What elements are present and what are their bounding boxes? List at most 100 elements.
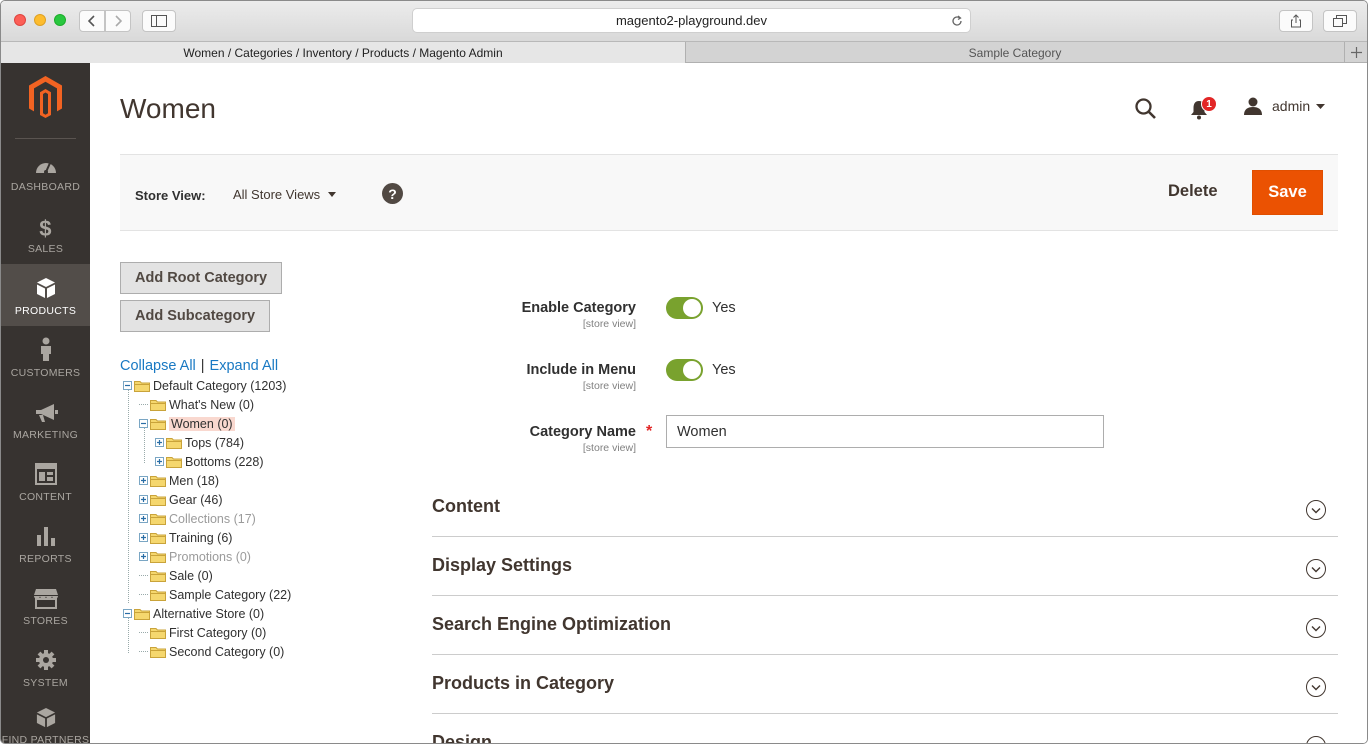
tree-node-tops[interactable]: Tops (784) bbox=[155, 433, 244, 452]
tree-node-default-category[interactable]: Default Category (1203) bbox=[123, 376, 286, 395]
enable-category-toggle[interactable] bbox=[666, 297, 703, 319]
section-products-in-category[interactable]: Products in Category bbox=[432, 655, 1338, 714]
address-bar[interactable]: magento2-playground.dev bbox=[412, 8, 971, 33]
nav-sales[interactable]: $ SALES bbox=[1, 202, 90, 264]
tree-node-first-category[interactable]: First Category (0) bbox=[139, 623, 266, 642]
folder-icon bbox=[166, 456, 182, 468]
section-design[interactable]: Design bbox=[432, 714, 1338, 743]
back-button[interactable] bbox=[79, 10, 105, 32]
notifications-button[interactable]: 1 bbox=[1187, 96, 1219, 122]
tree-branch-connector bbox=[139, 590, 148, 595]
tab-women-categories[interactable]: Women / Categories / Inventory / Product… bbox=[1, 42, 685, 63]
folder-icon bbox=[150, 627, 166, 639]
chevron-down-icon bbox=[1306, 677, 1326, 697]
expand-node-icon[interactable] bbox=[139, 476, 148, 485]
caret-down-icon bbox=[1316, 103, 1326, 109]
nav-customers[interactable]: CUSTOMERS bbox=[1, 326, 90, 388]
expand-node-icon[interactable] bbox=[139, 533, 148, 542]
nav-content[interactable]: CONTENT bbox=[1, 450, 90, 512]
minimize-window-button[interactable] bbox=[34, 14, 46, 26]
admin-user-menu[interactable]: admin bbox=[1243, 95, 1326, 117]
sidebar-icon bbox=[151, 15, 167, 27]
delete-button[interactable]: Delete bbox=[1168, 182, 1218, 201]
tree-node-bottoms[interactable]: Bottoms (228) bbox=[155, 452, 264, 471]
tree-node-promotions[interactable]: Promotions (0) bbox=[139, 547, 251, 566]
share-icon bbox=[1291, 14, 1301, 28]
expand-node-icon[interactable] bbox=[139, 514, 148, 523]
enable-category-value: Yes bbox=[712, 300, 736, 316]
tree-node-women[interactable]: Women (0) bbox=[139, 414, 235, 433]
tree-node-alternative-store[interactable]: Alternative Store (0) bbox=[123, 604, 264, 623]
tree-node-whats-new[interactable]: What's New (0) bbox=[139, 395, 254, 414]
megaphone-icon bbox=[35, 404, 58, 422]
folder-icon bbox=[150, 646, 166, 658]
tabs-overview-button[interactable] bbox=[1323, 10, 1357, 32]
folder-icon bbox=[150, 570, 166, 582]
expand-node-icon[interactable] bbox=[139, 552, 148, 561]
folder-icon bbox=[150, 589, 166, 601]
nav-marketing[interactable]: MARKETING bbox=[1, 388, 90, 450]
forward-button[interactable] bbox=[105, 10, 131, 32]
sidebar-toggle-button[interactable] bbox=[142, 10, 176, 32]
nav-dashboard[interactable]: DASHBOARD bbox=[1, 140, 90, 202]
tab-sample-category[interactable]: Sample Category bbox=[685, 42, 1344, 63]
tree-node-label: Collections (17) bbox=[169, 511, 256, 526]
gear-icon bbox=[35, 650, 56, 670]
store-icon bbox=[33, 589, 58, 609]
close-window-button[interactable] bbox=[14, 14, 26, 26]
expand-node-icon[interactable] bbox=[155, 438, 164, 447]
section-seo[interactable]: Search Engine Optimization bbox=[432, 596, 1338, 655]
plus-icon bbox=[1350, 47, 1362, 58]
tree-node-label: Default Category (1203) bbox=[153, 378, 287, 393]
global-search-button[interactable] bbox=[1134, 97, 1158, 121]
nav-system[interactable]: SYSTEM bbox=[1, 636, 90, 698]
user-icon bbox=[1244, 97, 1262, 115]
new-tab-button[interactable] bbox=[1344, 42, 1367, 63]
tree-node-label: Gear (46) bbox=[169, 492, 223, 507]
magento-logo[interactable] bbox=[27, 75, 64, 119]
tree-node-men[interactable]: Men (18) bbox=[139, 471, 219, 490]
save-button[interactable]: Save bbox=[1252, 170, 1323, 215]
tree-node-label: Sample Category (22) bbox=[169, 587, 292, 602]
chevron-down-icon bbox=[1306, 618, 1326, 638]
collapse-node-icon[interactable] bbox=[139, 419, 148, 428]
collapse-node-icon[interactable] bbox=[123, 609, 132, 618]
collapse-node-icon[interactable] bbox=[123, 381, 132, 390]
tree-node-sale[interactable]: Sale (0) bbox=[139, 566, 213, 585]
tree-branch-connector bbox=[139, 647, 148, 652]
tree-guide-line bbox=[128, 389, 129, 603]
nav-products[interactable]: PRODUCTS bbox=[1, 264, 90, 326]
folder-icon bbox=[134, 608, 150, 620]
section-display-settings[interactable]: Display Settings bbox=[432, 537, 1338, 596]
required-marker: * bbox=[646, 423, 653, 440]
tree-branch-connector bbox=[139, 628, 148, 633]
expand-node-icon[interactable] bbox=[139, 495, 148, 504]
expand-node-icon[interactable] bbox=[155, 457, 164, 466]
chevron-down-icon bbox=[1306, 736, 1326, 743]
share-button[interactable] bbox=[1279, 10, 1313, 32]
tree-node-label: Tops (784) bbox=[185, 435, 245, 450]
include-in-menu-value: Yes bbox=[712, 362, 736, 378]
folder-icon bbox=[150, 418, 166, 430]
folder-icon bbox=[150, 475, 166, 487]
tree-node-collections[interactable]: Collections (17) bbox=[139, 509, 256, 528]
tree-node-label: Second Category (0) bbox=[169, 644, 285, 659]
zoom-window-button[interactable] bbox=[54, 14, 66, 26]
nav-reports[interactable]: REPORTS bbox=[1, 512, 90, 574]
category-name-input[interactable]: Women bbox=[666, 415, 1104, 448]
bar-chart-icon bbox=[36, 527, 55, 546]
folder-icon bbox=[150, 513, 166, 525]
tree-node-second-category[interactable]: Second Category (0) bbox=[139, 642, 284, 661]
chevron-right-icon bbox=[115, 15, 122, 27]
box-icon bbox=[36, 278, 55, 298]
nav-find-partners[interactable]: FIND PARTNERS bbox=[1, 698, 90, 743]
tab-bar: Women / Categories / Inventory / Product… bbox=[1, 41, 1367, 63]
include-in-menu-toggle[interactable] bbox=[666, 359, 703, 381]
tabs-icon bbox=[1333, 15, 1347, 27]
tree-node-gear[interactable]: Gear (46) bbox=[139, 490, 223, 509]
section-content[interactable]: Content bbox=[432, 478, 1338, 537]
magento-logo-icon bbox=[29, 76, 62, 118]
tree-node-sample-category[interactable]: Sample Category (22) bbox=[139, 585, 291, 604]
nav-stores[interactable]: STORES bbox=[1, 574, 90, 636]
tree-node-training[interactable]: Training (6) bbox=[139, 528, 232, 547]
